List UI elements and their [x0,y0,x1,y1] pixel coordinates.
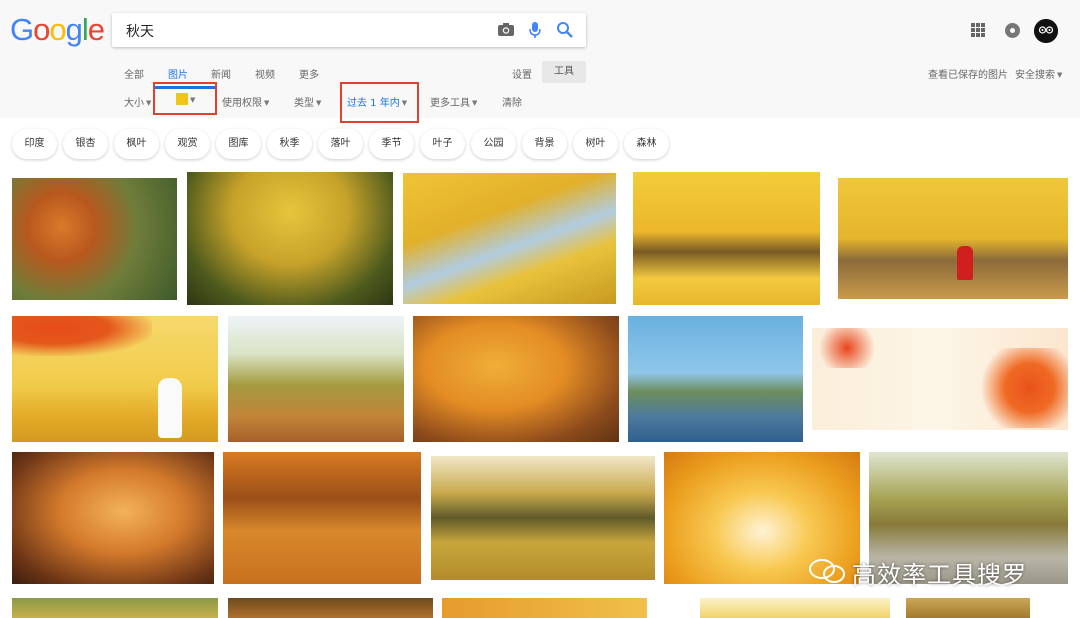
usage-rights-label: 使用权限 [222,98,262,109]
search-input[interactable] [124,13,488,49]
chip[interactable]: 观赏 [165,129,210,159]
chip[interactable]: 公园 [471,129,516,159]
chip[interactable]: 枫叶 [114,129,159,159]
type-filter-label: 类型 [294,98,314,109]
result-image[interactable] [838,178,1068,299]
chevron-down-icon: ▼ [264,99,270,107]
result-image[interactable] [633,172,820,305]
watermark-text: 高效率工具搜罗 [852,561,1027,589]
logo-letter: o [33,12,50,47]
person-red-coat [957,246,973,280]
chip[interactable]: 印度 [12,129,57,159]
chip[interactable]: 秋季 [267,129,312,159]
logo-letter: g [65,12,83,47]
camera-icon[interactable] [496,20,516,40]
result-image[interactable] [812,328,1068,430]
more-tools-label: 更多工具 [430,98,470,109]
usage-rights-filter[interactable]: 使用权限 ▼ [222,94,269,109]
search-icon[interactable] [555,20,575,40]
apps-grid-icon[interactable] [971,23,985,37]
result-image[interactable] [403,173,616,304]
result-image[interactable] [228,316,404,442]
wechat-icon [809,559,845,583]
maple-leaf-right [972,348,1068,428]
chip[interactable]: 图库 [216,129,261,159]
safesearch-label: 安全搜索 [1015,70,1055,81]
chip[interactable]: 树叶 [573,129,618,159]
notifications-icon[interactable] [1005,23,1020,38]
highlight-box-time [340,82,419,123]
search-box [112,13,586,49]
result-image[interactable] [431,456,655,580]
microphone-icon[interactable] [525,20,545,40]
result-image[interactable] [12,452,214,584]
result-image[interactable] [12,178,177,300]
chip[interactable]: 季节 [369,129,414,159]
result-image[interactable] [228,598,433,618]
chevron-down-icon: ▼ [1057,71,1063,79]
safesearch-menu[interactable]: 安全搜索 ▼ [1015,66,1062,81]
chevron-down-icon: ▼ [472,99,478,107]
result-image[interactable] [12,598,218,618]
size-filter-label: 大小 [124,98,144,109]
chevron-down-icon: ▼ [316,99,322,107]
tab-images[interactable]: 图片 [168,66,188,81]
chip[interactable]: 银杏 [63,129,108,159]
logo-letter: o [49,12,66,47]
highlight-box-color [153,82,217,115]
chip[interactable]: 落叶 [318,129,363,159]
clear-filters-link[interactable]: 清除 [502,94,522,109]
type-filter[interactable]: 类型 ▼ [294,94,321,109]
more-tools-filter[interactable]: 更多工具 ▼ [430,94,477,109]
result-image[interactable] [628,316,803,442]
tab-all[interactable]: 全部 [124,66,144,81]
size-filter[interactable]: 大小 ▼ [124,94,151,109]
result-image[interactable] [442,598,647,618]
chip[interactable]: 叶子 [420,129,465,159]
avatar[interactable] [1034,19,1058,43]
saved-images-link[interactable]: 查看已保存的图片 [928,66,1008,81]
chip[interactable]: 森林 [624,129,669,159]
tab-more[interactable]: 更多 [299,66,319,81]
result-image[interactable] [413,316,619,442]
result-image[interactable] [700,598,890,618]
chevron-down-icon: ▼ [146,99,152,107]
tab-videos[interactable]: 视频 [255,66,275,81]
result-image[interactable] [187,172,393,305]
maple-leaf-left [812,328,882,368]
logo-letter: G [10,12,34,47]
tab-news[interactable]: 新闻 [211,66,231,81]
girl-figure [158,378,182,438]
result-image[interactable] [223,452,421,584]
tools-button[interactable]: 工具 [542,61,586,83]
chip[interactable]: 背景 [522,129,567,159]
logo-letter: e [87,12,105,47]
result-image[interactable] [906,598,1030,618]
tools-label: 工具 [554,66,574,77]
settings-link[interactable]: 设置 [512,66,532,81]
maple-leaves [12,316,152,356]
result-image[interactable] [12,316,218,442]
google-logo[interactable]: Google [10,12,105,48]
